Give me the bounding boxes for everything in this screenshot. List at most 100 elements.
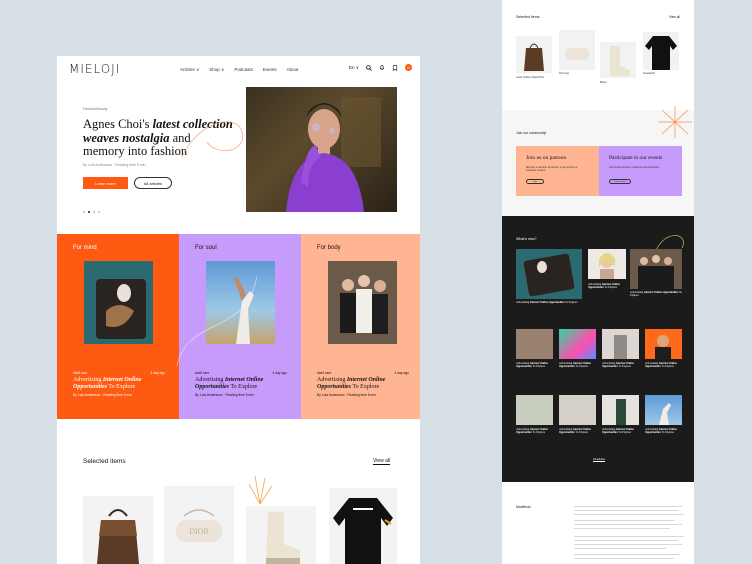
manifesto-title: Manifesto bbox=[516, 505, 531, 509]
for-body-card[interactable]: For body #self care 4 day ago Advertising… bbox=[301, 234, 420, 419]
view-all-link[interactable]: View all bbox=[669, 15, 680, 19]
product-dior-bag[interactable] bbox=[559, 30, 595, 70]
news-caption[interactable]: Advertising Internet Online Opportunitie… bbox=[516, 428, 553, 434]
all-articles-button[interactable]: All articles bbox=[134, 177, 172, 189]
starburst-decoration bbox=[658, 106, 692, 138]
title-post: To Explore bbox=[351, 384, 380, 390]
carousel-dot[interactable] bbox=[93, 211, 95, 213]
events-card[interactable]: Participate in our events Join public le… bbox=[599, 146, 682, 196]
product-sweatshirt[interactable] bbox=[643, 32, 679, 70]
main-page-preview: MIELOJI Articles ∨ Shop ∨ Podcasts Event… bbox=[57, 56, 420, 564]
news-caption[interactable]: Advertising Internet Online Opportunitie… bbox=[645, 428, 682, 434]
card-date: 4 day ago bbox=[272, 371, 287, 375]
news-image[interactable] bbox=[516, 395, 553, 425]
product-sweatshirt[interactable] bbox=[329, 488, 397, 564]
carousel-dot[interactable] bbox=[83, 211, 85, 213]
news-caption[interactable]: Advertising Internet Online Opportunitie… bbox=[630, 291, 682, 297]
title-post: To Explore bbox=[229, 384, 258, 390]
news-caption[interactable]: Advertising Internet Online Opportunitie… bbox=[588, 283, 626, 289]
view-all-link[interactable]: View all bbox=[373, 458, 391, 465]
title-pre: Advertising bbox=[195, 377, 225, 383]
join-button[interactable]: Join bbox=[526, 179, 544, 184]
product-caption: Sweatshirt bbox=[643, 72, 656, 75]
news-caption[interactable]: Advertising Internet Online Opportunitie… bbox=[602, 428, 639, 434]
card-image bbox=[84, 261, 153, 344]
caption-post: To Explore bbox=[531, 365, 545, 369]
site-logo[interactable]: MIELOJI bbox=[69, 62, 120, 76]
card-title: Join us on patreon bbox=[526, 155, 567, 161]
news-image[interactable] bbox=[602, 395, 639, 425]
cart-badge[interactable]: 0 bbox=[405, 64, 412, 71]
carousel-dot-active[interactable] bbox=[88, 211, 90, 213]
product-boots[interactable] bbox=[246, 506, 316, 564]
card-byline: By Lola Andersson · Reading time 5 min bbox=[73, 393, 132, 397]
news-caption[interactable]: Advertising Internet Online Opportunitie… bbox=[516, 362, 553, 368]
community-label: Join our community! bbox=[516, 131, 547, 135]
card-tag[interactable]: #self care bbox=[317, 371, 331, 375]
menu-about[interactable]: About bbox=[287, 67, 299, 73]
card-title[interactable]: Advertising Internet Online Opportunitie… bbox=[317, 377, 415, 391]
caption-post: To Explore bbox=[574, 431, 588, 435]
news-caption[interactable]: Advertising Internet Online Opportunitie… bbox=[559, 362, 596, 368]
card-tag[interactable]: #self care bbox=[73, 371, 87, 375]
caption-pre: Advertising bbox=[516, 301, 530, 304]
card-meta: #self care 4 day ago bbox=[317, 371, 409, 375]
card-date: 4 day ago bbox=[150, 371, 165, 375]
menu-events[interactable]: Events bbox=[263, 67, 277, 73]
news-image[interactable] bbox=[516, 329, 553, 359]
news-image[interactable] bbox=[559, 395, 596, 425]
card-title[interactable]: Advertising Internet Online Opportunitie… bbox=[195, 377, 293, 391]
card-date: 4 day ago bbox=[394, 371, 409, 375]
text-line bbox=[574, 524, 682, 525]
hero-photo bbox=[246, 87, 397, 212]
news-image[interactable] bbox=[559, 329, 596, 359]
news-image[interactable] bbox=[588, 249, 626, 279]
carousel-dot[interactable] bbox=[98, 211, 100, 213]
caption-post: To Explore bbox=[660, 365, 674, 369]
title-pre: Advertising bbox=[73, 377, 103, 383]
menu-podcasts[interactable]: Podcasts bbox=[234, 67, 253, 73]
text-line bbox=[574, 506, 682, 507]
learn-more-button[interactable]: Learn more bbox=[609, 179, 631, 184]
news-caption[interactable]: Advertising Internet Online Opportunitie… bbox=[602, 362, 639, 368]
card-description: Become a member of patreon to get access… bbox=[526, 166, 578, 172]
news-image[interactable] bbox=[645, 329, 682, 359]
language-selector[interactable]: En ∨ bbox=[349, 65, 359, 71]
patreon-card[interactable]: Join us on patreon Become a member of pa… bbox=[516, 146, 599, 196]
dior-print: DIOR bbox=[189, 527, 209, 536]
text-line bbox=[574, 540, 678, 541]
news-caption[interactable]: Advertising Internet Online Opportunitie… bbox=[516, 301, 582, 304]
text-line bbox=[574, 548, 666, 549]
news-image[interactable] bbox=[645, 395, 682, 425]
bookmark-icon[interactable] bbox=[392, 64, 398, 71]
for-mind-card[interactable]: For mind #self care 4 day ago Advertising… bbox=[57, 234, 179, 419]
card-label: For body bbox=[317, 245, 341, 251]
news-image[interactable] bbox=[602, 329, 639, 359]
card-title: Participate in our events bbox=[609, 155, 663, 161]
news-caption[interactable]: Advertising Internet Online Opportunitie… bbox=[559, 428, 596, 434]
product-boots[interactable] bbox=[600, 42, 636, 78]
card-title[interactable]: Advertising Internet Online Opportunitie… bbox=[73, 377, 171, 391]
card-description: Join public lectures, meetings and works… bbox=[609, 166, 660, 169]
product-dior-bag[interactable]: DIOR bbox=[164, 486, 234, 564]
search-icon[interactable] bbox=[366, 64, 372, 71]
all-articles-link[interactable]: All articles bbox=[593, 458, 605, 462]
text-line bbox=[574, 554, 680, 555]
title-pre: Advertising bbox=[317, 377, 347, 383]
caption-post: To Explore bbox=[564, 301, 578, 304]
news-image[interactable] bbox=[516, 249, 582, 299]
news-image[interactable] bbox=[630, 249, 682, 289]
microphone-icon[interactable] bbox=[379, 64, 385, 71]
menu-shop[interactable]: Shop ∨ bbox=[209, 67, 224, 73]
card-label: For soul bbox=[195, 245, 217, 251]
nav-actions: En ∨ 0 bbox=[349, 64, 412, 71]
text-line bbox=[574, 528, 670, 529]
learn-more-button[interactable]: Learn more bbox=[83, 177, 128, 189]
card-image bbox=[328, 261, 397, 344]
product-tote-bag[interactable] bbox=[516, 36, 552, 73]
product-tote-bag[interactable] bbox=[83, 496, 153, 564]
caption-post: To Explore bbox=[603, 286, 617, 290]
news-caption[interactable]: Advertising Internet Online Opportunitie… bbox=[645, 362, 682, 368]
card-byline: By Lola Andersson · Reading time 5 min bbox=[317, 393, 376, 397]
menu-articles[interactable]: Articles ∨ bbox=[180, 67, 199, 73]
